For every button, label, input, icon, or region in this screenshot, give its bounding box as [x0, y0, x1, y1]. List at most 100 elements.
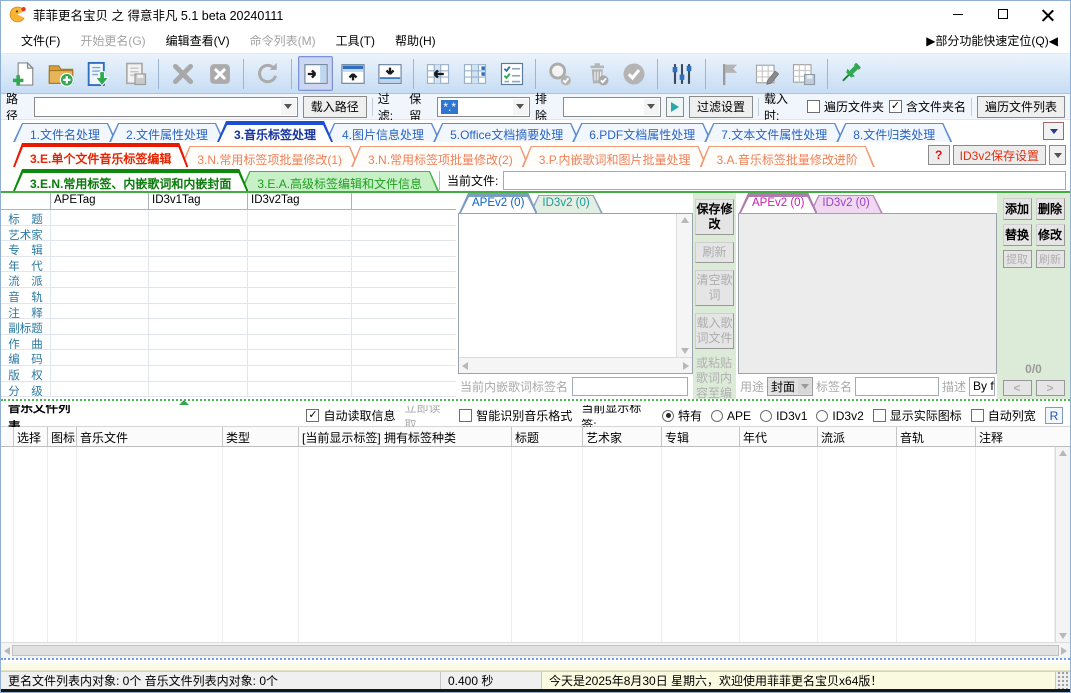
tag-cell[interactable]: [51, 288, 149, 303]
refresh-cover-button[interactable]: 刷新: [1036, 250, 1065, 268]
lyrics-tab-id3v2[interactable]: ID3v2 (0): [529, 195, 602, 213]
tag-cell[interactable]: [149, 210, 248, 225]
tag-cell[interactable]: [51, 350, 149, 365]
show-real-icon-checkbox[interactable]: 显示实际图标: [873, 407, 962, 424]
tab-image-info[interactable]: 4.图片信息处理: [325, 123, 441, 142]
col-artist[interactable]: 艺术家: [583, 427, 662, 446]
tag-cell[interactable]: [51, 382, 149, 397]
table-columns-button[interactable]: [457, 56, 492, 91]
tag-cell[interactable]: [149, 304, 248, 319]
lyrics-vscrollbar[interactable]: [676, 214, 692, 357]
current-file-field[interactable]: [503, 171, 1066, 190]
refresh-button[interactable]: [250, 56, 285, 91]
col-comment[interactable]: 注释: [976, 427, 1070, 446]
trash-confirm-button[interactable]: [579, 56, 614, 91]
tab-single-file-tag-edit[interactable]: 3.E.单个文件音乐标签编辑: [13, 143, 188, 167]
radio-id3v2[interactable]: ID3v2: [816, 409, 863, 423]
close-button[interactable]: [1025, 1, 1070, 27]
tab-advanced-tag-fileinfo[interactable]: 3.E.A.高级标签编辑和文件信息: [240, 171, 439, 191]
tab-music-tag[interactable]: 3.音乐标签处理: [217, 121, 333, 142]
replace-cover-button[interactable]: 替换: [1003, 224, 1032, 246]
tag-cell[interactable]: [149, 366, 248, 381]
music-list-vscrollbar[interactable]: [1055, 447, 1070, 642]
exclude-filter-combo[interactable]: [563, 97, 660, 117]
tag-cell[interactable]: [248, 257, 352, 272]
delete-cover-button[interactable]: 删除: [1036, 198, 1065, 220]
tag-cell[interactable]: [149, 319, 248, 334]
filter-settings-button[interactable]: 过滤设置: [689, 96, 753, 118]
music-list-body[interactable]: [1, 447, 1055, 642]
col-select[interactable]: 选择: [14, 427, 48, 446]
flag-button[interactable]: [712, 56, 747, 91]
lyrics-textarea[interactable]: [459, 214, 676, 357]
col-icon[interactable]: 图标: [48, 427, 77, 446]
tag-cell[interactable]: [248, 210, 352, 225]
lyrics-tab-apev2[interactable]: APEv2 (0): [459, 193, 537, 213]
radio-special[interactable]: 特有: [662, 407, 702, 424]
tag-cell[interactable]: [149, 382, 248, 397]
menu-tools[interactable]: 工具(T): [326, 29, 385, 52]
tab-file-attr[interactable]: 2.文件属性处理: [109, 123, 225, 142]
music-list-hscrollbar[interactable]: [1, 642, 1070, 658]
include-folder-checkbox[interactable]: 含文件夹名: [889, 98, 966, 115]
col-track[interactable]: 音轨: [897, 427, 976, 446]
menu-help[interactable]: 帮助(H): [385, 29, 446, 52]
tag-cell[interactable]: [149, 335, 248, 350]
id3v2-dropdown-button[interactable]: [1049, 145, 1066, 165]
cover-preview-area[interactable]: [738, 213, 997, 374]
tag-cell[interactable]: [51, 210, 149, 225]
tab-pdf-attr[interactable]: 6.PDF文档属性处理: [572, 123, 712, 142]
panel-right-button[interactable]: [298, 56, 333, 91]
help-button[interactable]: ?: [928, 145, 950, 165]
prev-cover-button[interactable]: <: [1003, 380, 1032, 396]
next-cover-button[interactable]: >: [1036, 380, 1065, 396]
tag-cell[interactable]: [51, 319, 149, 334]
menu-edit-view[interactable]: 编辑查看(V): [156, 29, 240, 52]
col-type[interactable]: 类型: [223, 427, 299, 446]
id3v2-save-settings-button[interactable]: ID3v2保存设置: [953, 145, 1046, 165]
path-combo[interactable]: [34, 97, 298, 117]
tag-cell[interactable]: [51, 366, 149, 381]
desc-field[interactable]: By ffhome: [969, 377, 995, 396]
exclude-filter-dropdown[interactable]: [644, 99, 659, 115]
traverse-list-button[interactable]: 遍历文件列表: [977, 96, 1065, 118]
traverse-folder-checkbox[interactable]: 遍历文件夹: [807, 98, 884, 115]
col-owned-tags[interactable]: [当前显示标签] 拥有标签种类: [299, 427, 512, 446]
auto-read-checkbox[interactable]: 自动读取信息: [306, 407, 395, 424]
col-title[interactable]: 标题: [512, 427, 583, 446]
tab-common-tags-lyrics-cover[interactable]: 3.E.N.常用标签、内嵌歌词和内嵌封面: [13, 169, 248, 191]
pushpin-button[interactable]: [834, 56, 869, 91]
tag-cell[interactable]: [248, 226, 352, 241]
radio-ape[interactable]: APE: [711, 409, 751, 423]
cover-tab-apev2[interactable]: APEv2 (0): [739, 193, 817, 213]
tab-tag-advanced[interactable]: 3.A.音乐标签批量修改进阶: [700, 146, 875, 167]
extract-cover-button[interactable]: 提取: [1003, 250, 1032, 268]
panel-up-button[interactable]: [335, 56, 370, 91]
col-year[interactable]: 年代: [740, 427, 818, 446]
add-folder-button[interactable]: [43, 56, 78, 91]
filter-sliders-button[interactable]: [664, 56, 699, 91]
clear-list-button[interactable]: [202, 56, 237, 91]
menu-file[interactable]: 文件(F): [11, 29, 70, 52]
keep-filter-combo[interactable]: *.*: [437, 97, 530, 117]
save-list-button[interactable]: [117, 56, 152, 91]
lyrics-tagname-field[interactable]: [572, 377, 688, 396]
tag-col-apetag[interactable]: APETag: [51, 193, 149, 209]
save-lyrics-button[interactable]: 保存修改: [695, 199, 734, 235]
tag-cell[interactable]: [51, 257, 149, 272]
keep-filter-dropdown[interactable]: [513, 99, 528, 115]
usage-dropdown[interactable]: [798, 379, 811, 394]
confirm-check-button[interactable]: [616, 56, 651, 91]
radio-id3v1[interactable]: ID3v1: [760, 409, 807, 423]
tag-cell[interactable]: [149, 272, 248, 287]
tab-text-attr[interactable]: 7.文本文件属性处理: [704, 123, 844, 142]
col-album[interactable]: 专辑: [662, 427, 740, 446]
tag-cell[interactable]: [51, 226, 149, 241]
tag-cell[interactable]: [248, 350, 352, 365]
path-combo-dropdown[interactable]: [281, 99, 296, 115]
tab-file-classify[interactable]: 8.文件归类处理: [836, 123, 952, 142]
tag-col-id3v1tag[interactable]: ID3v1Tag: [149, 193, 248, 209]
delete-item-button[interactable]: [165, 56, 200, 91]
tag-cell[interactable]: [51, 335, 149, 350]
tab-lyrics-image-batch[interactable]: 3.P.内嵌歌词和图片批量处理: [522, 146, 708, 167]
